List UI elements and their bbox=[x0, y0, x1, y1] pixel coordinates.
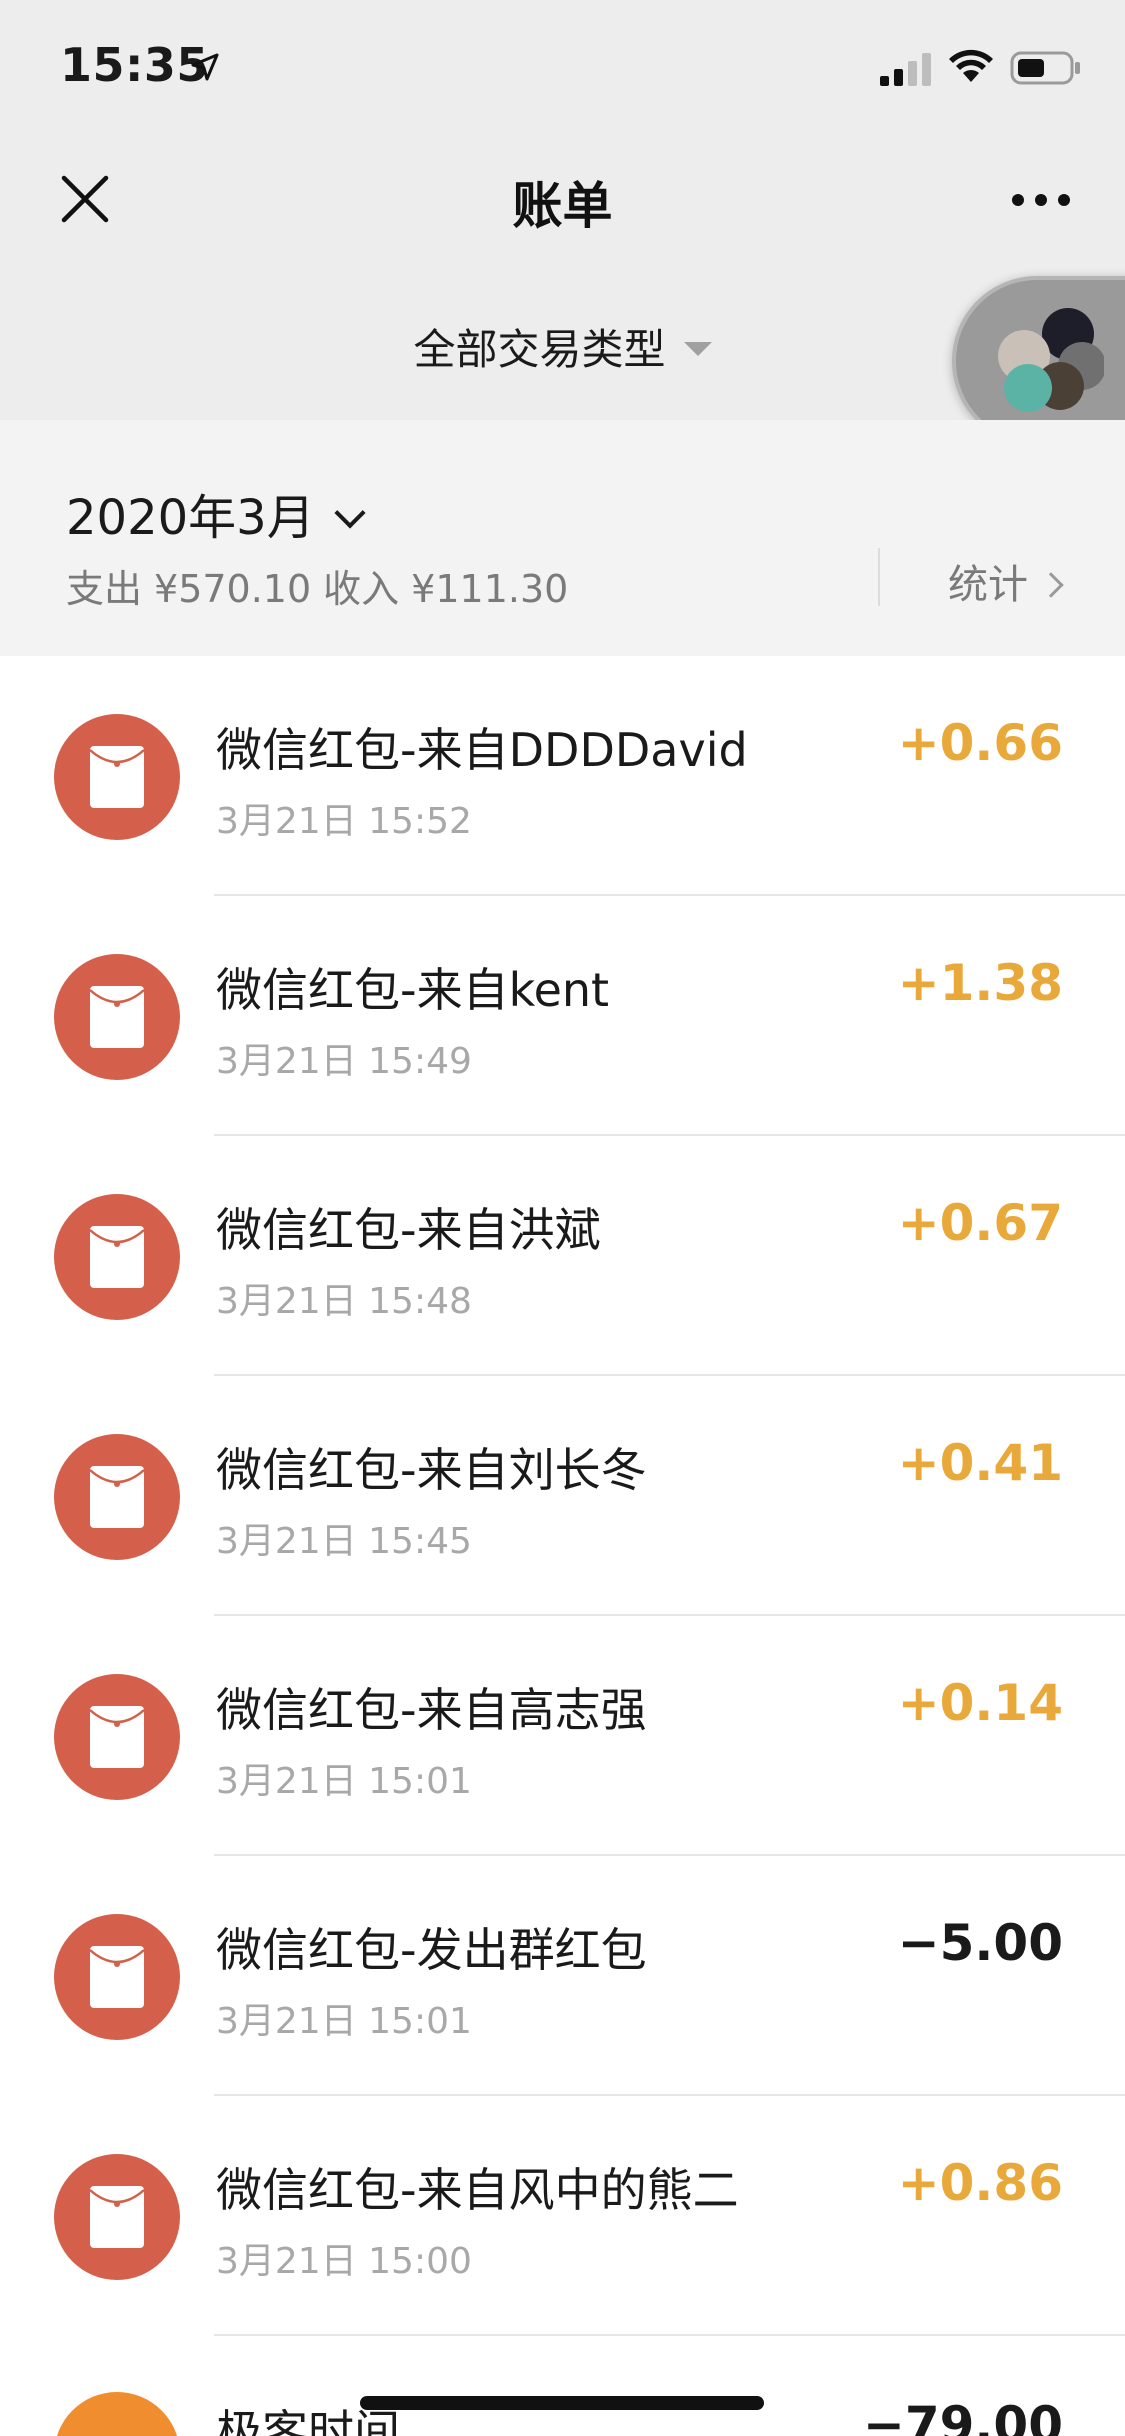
floating-app-icon bbox=[998, 308, 1104, 412]
red-packet-icon bbox=[89, 2186, 145, 2248]
transaction-date: 3月21日 15:48 bbox=[216, 1281, 472, 1322]
expense-value: ¥570.10 bbox=[154, 567, 312, 611]
transaction-name: 微信红包-来自DDDDavid bbox=[216, 723, 748, 777]
month-selector[interactable]: 2020年3月 bbox=[66, 478, 366, 548]
red-packet-avatar bbox=[54, 1914, 180, 2040]
transaction-date: 3月21日 15:01 bbox=[216, 2001, 472, 2042]
transaction-name: 微信红包-来自风中的熊二 bbox=[216, 2163, 739, 2217]
red-packet-avatar bbox=[54, 1194, 180, 1320]
transaction-date: 3月21日 15:01 bbox=[216, 1761, 472, 1802]
transaction-row[interactable]: 微信红包-来自DDDDavid 3月21日 15:52 +0.66 bbox=[0, 656, 1125, 896]
nav-bar: 账单 bbox=[0, 132, 1125, 264]
home-indicator bbox=[360, 2396, 764, 2410]
red-packet-avatar bbox=[54, 2154, 180, 2280]
transaction-row[interactable]: 微信红包-来自kent 3月21日 15:49 +1.38 bbox=[0, 896, 1125, 1136]
transaction-name: 微信红包-来自刘长冬 bbox=[216, 1443, 647, 1497]
divider bbox=[878, 548, 880, 606]
red-packet-icon bbox=[89, 746, 145, 808]
transaction-amount: −5.00 bbox=[897, 1914, 1063, 1972]
expense-label: 支出 bbox=[66, 567, 143, 611]
transaction-amount: −79.00 bbox=[862, 2396, 1063, 2436]
chevron-right-icon bbox=[1038, 572, 1064, 598]
stats-label: 统计 bbox=[948, 562, 1028, 608]
transaction-name: 微信红包-来自洪斌 bbox=[216, 1203, 601, 1257]
transaction-row[interactable]: 微信红包-来自洪斌 3月21日 15:48 +0.67 bbox=[0, 1136, 1125, 1376]
location-arrow-icon bbox=[191, 53, 219, 81]
battery-icon bbox=[1010, 51, 1080, 85]
transaction-row[interactable]: 极客时间 −79.00 bbox=[0, 2336, 1125, 2436]
income-value: ¥111.30 bbox=[411, 567, 569, 611]
signal-icon bbox=[880, 53, 931, 86]
transaction-amount: +1.38 bbox=[897, 954, 1063, 1012]
transaction-row[interactable]: 微信红包-发出群红包 3月21日 15:01 −5.00 bbox=[0, 1856, 1125, 2096]
income-label: 收入 bbox=[323, 567, 400, 611]
transaction-date: 3月21日 15:00 bbox=[216, 2241, 472, 2282]
merchant-logo-icon bbox=[54, 2392, 180, 2436]
month-totals: 支出 ¥570.10 收入 ¥111.30 bbox=[66, 558, 580, 613]
transaction-date: 3月21日 15:45 bbox=[216, 1521, 472, 1562]
red-packet-avatar bbox=[54, 714, 180, 840]
red-packet-icon bbox=[89, 1946, 145, 2008]
transaction-amount: +0.41 bbox=[897, 1434, 1063, 1492]
red-packet-icon bbox=[89, 1466, 145, 1528]
transaction-amount: +0.66 bbox=[897, 714, 1063, 772]
transaction-date: 3月21日 15:52 bbox=[216, 801, 472, 842]
month-summary-header: 2020年3月 支出 ¥570.10 收入 ¥111.30 统计 bbox=[0, 420, 1125, 656]
red-packet-icon bbox=[89, 1706, 145, 1768]
filter-label: 全部交易类型 bbox=[413, 325, 666, 374]
transaction-row[interactable]: 微信红包-来自刘长冬 3月21日 15:45 +0.41 bbox=[0, 1376, 1125, 1616]
month-label: 2020年3月 bbox=[66, 490, 315, 546]
transaction-name: 微信红包-来自高志强 bbox=[216, 1683, 647, 1737]
more-icon[interactable] bbox=[1010, 190, 1072, 210]
transaction-amount: +0.86 bbox=[897, 2154, 1063, 2212]
page-title: 账单 bbox=[512, 177, 613, 235]
transaction-row[interactable]: 微信红包-来自风中的熊二 3月21日 15:00 +0.86 bbox=[0, 2096, 1125, 2336]
transaction-amount: +0.67 bbox=[897, 1194, 1063, 1252]
red-packet-avatar bbox=[54, 1674, 180, 1800]
transaction-row[interactable]: 微信红包-来自高志强 3月21日 15:01 +0.14 bbox=[0, 1616, 1125, 1856]
transaction-name: 微信红包-来自kent bbox=[216, 963, 610, 1017]
status-bar: 15:35 bbox=[0, 0, 1125, 132]
stats-button[interactable]: 统计 bbox=[948, 552, 1064, 610]
transaction-name: 微信红包-发出群红包 bbox=[216, 1923, 647, 1977]
transaction-date: 3月21日 15:49 bbox=[216, 1041, 472, 1082]
red-packet-icon bbox=[89, 986, 145, 1048]
red-packet-avatar bbox=[54, 954, 180, 1080]
chevron-down-icon bbox=[334, 497, 366, 529]
status-time: 15:35 bbox=[60, 38, 209, 92]
transaction-amount: +0.14 bbox=[897, 1674, 1063, 1732]
red-packet-icon bbox=[89, 1226, 145, 1288]
wifi-icon bbox=[949, 49, 993, 82]
caret-down-icon bbox=[683, 341, 712, 356]
red-packet-avatar bbox=[54, 1434, 180, 1560]
